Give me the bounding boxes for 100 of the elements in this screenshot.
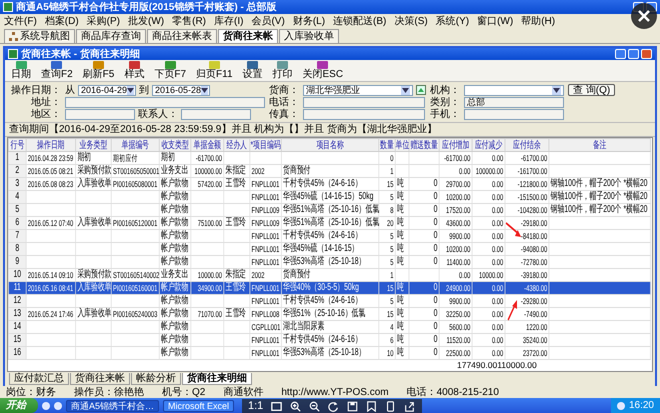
lookup-icon[interactable] xyxy=(416,85,426,95)
bookmark-icon[interactable] xyxy=(366,400,378,412)
input-field[interactable] xyxy=(181,109,251,120)
toolbar-button[interactable]: 归页F11 xyxy=(196,61,233,80)
column-header[interactable]: 项目名称 xyxy=(281,138,379,152)
table-row[interactable]: 14 帐户款物 CGPLL001 湖北当阳尿素 4 吨 0 5600.00 0.00 1220.00 xyxy=(8,320,650,334)
input-field[interactable] xyxy=(65,97,265,108)
toolbar-button[interactable]: 样式 xyxy=(124,61,144,80)
table-row[interactable]: 13 2016.05.24 17:46 入库验收单 PI001605240003 帐户款物 71070.00 王雪玲 FNPLL008 华强51%（25-10-16）低氯 15 吨 0 32250.00 0.00 -7490.00 xyxy=(8,308,650,320)
menu-item[interactable]: 连锁配送(B) xyxy=(333,16,386,26)
close-button[interactable] xyxy=(641,49,652,59)
menu-item[interactable]: 档案(D) xyxy=(44,16,79,26)
dropdown-arrow-icon[interactable] xyxy=(201,86,208,94)
input-field[interactable] xyxy=(464,109,564,120)
table-cell: 吨 xyxy=(395,242,409,256)
table-row[interactable]: 3 2016.05.08 08:23 入库验收单 PI001605080001 帐户款物 57420.00 王雪玲 FNPLL001 千村专供45%（24-6-16） 15 吨 0 29700.00 0.00 -121800.00 钢轴100件，帽子200个 *横幅20 xyxy=(8,178,650,190)
table-row[interactable]: 7 帐户款物 FNPLL001 千村专供45%（24-6-16） 5 吨 0 9900.00 0.00 -84180.00 xyxy=(8,230,650,242)
rotate-icon[interactable] xyxy=(328,400,340,412)
tab[interactable]: 应付款汇总 xyxy=(9,373,69,385)
zoom-in-icon[interactable] xyxy=(290,400,302,412)
dropdown-arrow-icon[interactable] xyxy=(127,86,134,94)
table-row[interactable]: 1 2016.04.28 23:59 期初 期初应付 期初 -61700.00 0 -61700.00 0.00 -61700.00 xyxy=(8,152,650,164)
column-header[interactable]: 单据编号 xyxy=(111,138,160,152)
menu-item[interactable]: 会员(V) xyxy=(251,16,285,26)
column-header[interactable]: 收支类型 xyxy=(159,138,191,152)
table-row[interactable]: 12 帐户款物 FNPLL001 千村专供45%（24-6-16） 5 吨 0 9900.00 0.00 -29280.00 xyxy=(8,294,650,308)
zoom-out-icon[interactable] xyxy=(309,400,320,412)
table-row[interactable]: 15 帐户款物 FNPLL001 千村专供45%（24-6-16） 6 吨 0 11520.00 0.00 35240.00 xyxy=(8,334,650,346)
tab[interactable]: 入库验收单 xyxy=(279,29,339,43)
column-header[interactable]: 操作日期 xyxy=(26,138,76,152)
dropdown-field[interactable]: 湖北华强肥业 xyxy=(303,84,413,96)
toolbar-button[interactable]: 设置 xyxy=(242,61,263,80)
column-header[interactable]: 单位 xyxy=(395,138,409,152)
tab[interactable]: 商品往来帐表 xyxy=(147,29,217,43)
table-row[interactable]: 11 2016.05.16 08:41 入库验收单 PI001605160001 帐户款物 34900.00 王雪玲 FNPLL001 华强40%（30-5-5）50kg 15 吨 0 24900.00 0.00 -4380.00 xyxy=(8,282,650,294)
table-row[interactable]: 2 2016.05.05 08:21 采购预付款 ST001605050001 业务支出 100000.00 朱指定 2002 货商预付 1 0.00 100000.00 -161700.00 xyxy=(8,164,650,178)
menu-item[interactable]: 系统(Y) xyxy=(436,16,470,26)
input-field[interactable] xyxy=(65,109,135,120)
toolbar-button[interactable]: 查询F2 xyxy=(41,61,73,80)
menu-item[interactable]: 决策(S) xyxy=(394,16,428,26)
menu-item[interactable]: 财务(L) xyxy=(292,16,326,26)
toolbar-button[interactable]: 刷新F5 xyxy=(82,61,114,80)
column-header[interactable]: 数量 xyxy=(378,138,396,152)
maximize-button[interactable] xyxy=(628,49,639,59)
menu-item[interactable]: 库存(I) xyxy=(214,16,244,26)
table-row[interactable]: 16 帐户款物 FNPLL001 华强53%高塔（25-10-18） 10 吨 0 22500.00 0.00 23720.00 xyxy=(8,346,650,360)
start-button[interactable]: 开始 xyxy=(0,398,38,413)
toolbar-button[interactable]: 日期 xyxy=(11,61,31,80)
input-field[interactable]: 总部 xyxy=(464,97,564,108)
dropdown-arrow-icon[interactable] xyxy=(552,86,561,94)
column-header[interactable]: 应付增加 xyxy=(439,138,472,152)
table-row[interactable]: 5 帐户款物 FNPLL009 华强51%高塔（25-10-16）低氯 8 吨 0 17520.00 0.00 -104280.00 钢轴100件，帽子200个 *横幅20 xyxy=(8,204,650,216)
column-header[interactable]: 经办人 xyxy=(224,138,250,152)
table-row[interactable]: 6 2016.05.12 07:40 入库验收单 PI001605120001 帐户款物 75100.00 王雪玲 FNPLL009 华强51%高塔（25-10-16）低氯 20 吨 0 43600.00 0.00 -29180.00 xyxy=(8,216,650,230)
tray-icon[interactable] xyxy=(616,402,625,410)
query-button[interactable]: 查 询(Q) xyxy=(568,84,616,96)
minimize-button[interactable] xyxy=(615,49,626,59)
column-header[interactable]: 业务类型 xyxy=(76,138,112,152)
column-header[interactable]: 应付结余 xyxy=(505,138,549,152)
input-field[interactable] xyxy=(303,97,425,108)
input-field[interactable] xyxy=(303,109,425,120)
toolbar-button[interactable]: 关闭ESC xyxy=(302,61,344,80)
table-row[interactable]: 4 帐户款物 FNPLL001 华强45%硫（14-16-15）50kg 5 吨 0 10200.00 0.00 -151500.00 钢轴100件，帽子200个 *横幅20 xyxy=(8,190,650,204)
taskbar-button[interactable]: 商通A5锦绣千村合… xyxy=(66,400,160,412)
table-row[interactable]: 8 帐户款物 FNPLL001 华强45%硫（14-16-15） 5 吨 0 10200.00 0.00 -94080.00 xyxy=(8,242,650,256)
column-header[interactable]: 行号 xyxy=(8,138,26,152)
menu-item[interactable]: 零售(R) xyxy=(172,16,206,26)
dropdown-arrow-icon[interactable] xyxy=(401,86,410,94)
tab[interactable]: 商品库存查询 xyxy=(76,29,146,43)
tab[interactable]: 货商往来帐 xyxy=(70,373,130,385)
menu-item[interactable]: 批发(W) xyxy=(128,16,164,26)
column-header[interactable]: 赠送数量 xyxy=(408,138,440,152)
tab[interactable]: 系统导航图 xyxy=(4,29,75,43)
tab[interactable]: 货商往来明细 xyxy=(182,373,252,385)
column-header[interactable]: *项目编码 xyxy=(250,138,282,152)
field-label: 地区： xyxy=(30,109,61,120)
column-header[interactable]: 应付减少 xyxy=(472,138,505,152)
save-icon[interactable] xyxy=(347,400,358,412)
tab[interactable]: 帐龄分析 xyxy=(131,373,181,385)
actual-size-button[interactable]: 1:1 xyxy=(248,400,264,412)
column-header[interactable]: 备注 xyxy=(548,138,650,152)
menu-item[interactable]: 文件(F) xyxy=(4,16,37,26)
table-row[interactable]: 9 帐户款物 FNPLL001 华强53%高塔（25-10-18） 5 吨 0 11400.00 0.00 -72780.00 xyxy=(8,256,650,268)
menu-item[interactable]: 帮助(H) xyxy=(521,16,556,26)
toolbar-button[interactable]: 打印 xyxy=(272,61,293,80)
tab[interactable]: 货商往来帐 xyxy=(218,29,278,43)
field-label: 传真： xyxy=(269,109,299,120)
dropdown-field[interactable] xyxy=(464,84,564,96)
column-header[interactable]: 单据金额 xyxy=(190,138,224,152)
dropdown-field[interactable]: 2016-05-28 xyxy=(152,84,210,96)
dropdown-field[interactable]: 2016-04-29 xyxy=(78,84,136,96)
menu-item[interactable]: 采购(P) xyxy=(86,16,120,26)
toolbar-button[interactable]: 下页F7 xyxy=(154,61,186,80)
share-icon[interactable] xyxy=(404,400,416,412)
close-icon[interactable] xyxy=(631,3,657,29)
menu-item[interactable]: 窗口(W) xyxy=(477,16,514,26)
fit-screen-icon[interactable] xyxy=(271,400,282,412)
taskbar-button[interactable]: Microsoft Excel xyxy=(163,400,234,412)
phone-icon[interactable] xyxy=(385,400,396,412)
table-cell: 吨 xyxy=(395,230,409,242)
